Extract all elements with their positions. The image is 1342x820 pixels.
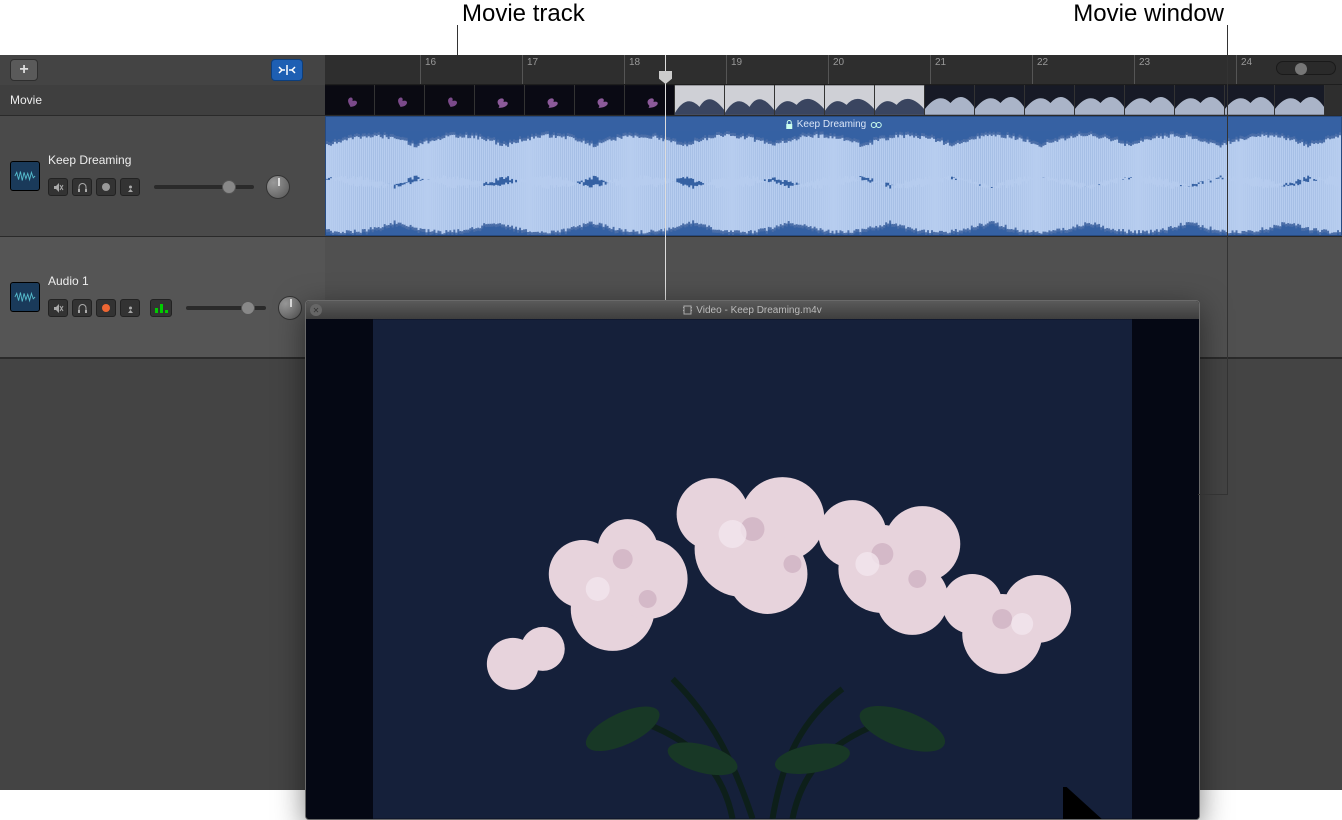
slider-thumb[interactable]	[222, 180, 236, 194]
loop-icon	[870, 121, 882, 129]
movie-thumb	[1225, 85, 1275, 115]
headphones-icon	[77, 303, 88, 314]
movie-thumb	[1125, 85, 1175, 115]
divide-icon	[278, 64, 296, 76]
timeline-ruler-area: 16 17 18 19 20 21 22 23 24	[325, 55, 1342, 85]
track-name: Keep Dreaming	[48, 153, 315, 167]
eq-bar-icon	[160, 304, 163, 313]
annotation-labels: Movie track Movie window	[0, 0, 1342, 50]
mute-icon	[53, 182, 64, 193]
movie-thumb	[375, 85, 425, 115]
movie-thumbnails	[325, 85, 1342, 115]
zoom-slider[interactable]	[1276, 61, 1336, 75]
volume-slider[interactable]	[154, 185, 254, 189]
monitor-icon	[125, 182, 136, 193]
movie-frame-image	[373, 319, 1132, 819]
audio-track-icon	[10, 282, 40, 312]
volume-slider[interactable]	[186, 306, 266, 310]
track-lane-keep-dreaming[interactable]: Keep Dreaming	[325, 116, 1342, 236]
movie-thumb	[875, 85, 925, 115]
input-monitor-button[interactable]	[120, 299, 140, 317]
movie-window-content	[306, 319, 1199, 819]
region-title: Keep Dreaming	[785, 119, 882, 130]
movie-thumb	[1075, 85, 1125, 115]
monitor-icon	[125, 303, 136, 314]
zoom-thumb[interactable]	[1295, 63, 1307, 75]
movie-track-label: Movie	[10, 93, 42, 107]
cursor-icon	[846, 787, 1200, 820]
track-name: Audio 1	[48, 274, 315, 288]
ruler-mark: 19	[726, 55, 742, 84]
eq-bar-icon	[165, 310, 168, 313]
solo-button[interactable]	[72, 299, 92, 317]
ruler-mark: 21	[930, 55, 946, 84]
record-enable-button[interactable]	[96, 178, 116, 196]
movie-thumb	[975, 85, 1025, 115]
solo-button[interactable]	[72, 178, 92, 196]
garageband-window: + 16 17 18 19 20 21 22 23 24	[0, 55, 1342, 790]
track-controls	[48, 175, 315, 199]
movie-thumb	[425, 85, 475, 115]
eq-bar-icon	[155, 308, 158, 313]
lock-icon	[785, 120, 793, 129]
ruler-mark: 18	[624, 55, 640, 84]
close-button[interactable]: ✕	[310, 304, 322, 316]
audio-region-keep-dreaming[interactable]: Keep Dreaming	[325, 116, 1342, 236]
ruler-mark: 20	[828, 55, 844, 84]
label-movie-window: Movie window	[1073, 0, 1224, 28]
movie-thumb	[925, 85, 975, 115]
movie-thumb	[475, 85, 525, 115]
close-icon: ✕	[313, 306, 320, 315]
movie-thumb	[1025, 85, 1075, 115]
movie-thumb	[675, 85, 725, 115]
movie-thumb	[825, 85, 875, 115]
movie-window-titlebar[interactable]: ✕ Video - Keep Dreaming.m4v	[306, 301, 1199, 319]
waveform	[326, 131, 1341, 235]
movie-thumb	[575, 85, 625, 115]
movie-thumb	[775, 85, 825, 115]
region-title-text: Keep Dreaming	[797, 119, 866, 130]
record-dot-icon	[102, 183, 110, 191]
movie-thumb	[625, 85, 675, 115]
label-movie-track: Movie track	[462, 0, 585, 28]
ruler-mark: 16	[420, 55, 436, 84]
movie-track-lane[interactable]	[325, 85, 1342, 115]
movie-window-title: Video - Keep Dreaming.m4v	[696, 305, 821, 316]
movie-thumb	[1175, 85, 1225, 115]
movie-thumb	[1275, 85, 1325, 115]
movie-thumb	[525, 85, 575, 115]
record-dot-icon	[102, 304, 110, 312]
movie-file-icon	[683, 305, 692, 315]
movie-thumb	[325, 85, 375, 115]
audio-track-icon	[10, 161, 40, 191]
mute-icon	[53, 303, 64, 314]
ruler-mark: 17	[522, 55, 538, 84]
callout-line-movie-window	[1227, 25, 1228, 495]
ruler-mark: 24	[1236, 55, 1252, 84]
plus-icon: +	[19, 61, 28, 79]
mute-button[interactable]	[48, 299, 68, 317]
track-info: Keep Dreaming	[48, 153, 315, 199]
track-header-toolbar: +	[0, 55, 325, 85]
track-header-keep-dreaming[interactable]: Keep Dreaming	[0, 116, 325, 236]
ruler-mark: 23	[1134, 55, 1150, 84]
track-info: Audio 1	[48, 274, 315, 320]
track-header-audio-1[interactable]: Audio 1	[0, 237, 325, 357]
pan-knob[interactable]	[266, 175, 290, 199]
movie-track-header[interactable]: Movie	[0, 85, 325, 115]
mute-button[interactable]	[48, 178, 68, 196]
add-track-button[interactable]: +	[10, 59, 38, 81]
pan-knob[interactable]	[278, 296, 302, 320]
slider-thumb[interactable]	[241, 301, 255, 315]
eq-button[interactable]	[150, 299, 172, 317]
headphones-icon	[77, 182, 88, 193]
movie-window[interactable]: ✕ Video - Keep Dreaming.m4v	[305, 300, 1200, 820]
record-enable-button[interactable]	[96, 299, 116, 317]
divide-regions-button[interactable]	[271, 59, 303, 81]
movie-thumb	[725, 85, 775, 115]
track-controls	[48, 296, 315, 320]
ruler-mark: 22	[1032, 55, 1048, 84]
timeline-ruler[interactable]: 16 17 18 19 20 21 22 23 24	[325, 55, 1342, 85]
input-monitor-button[interactable]	[120, 178, 140, 196]
